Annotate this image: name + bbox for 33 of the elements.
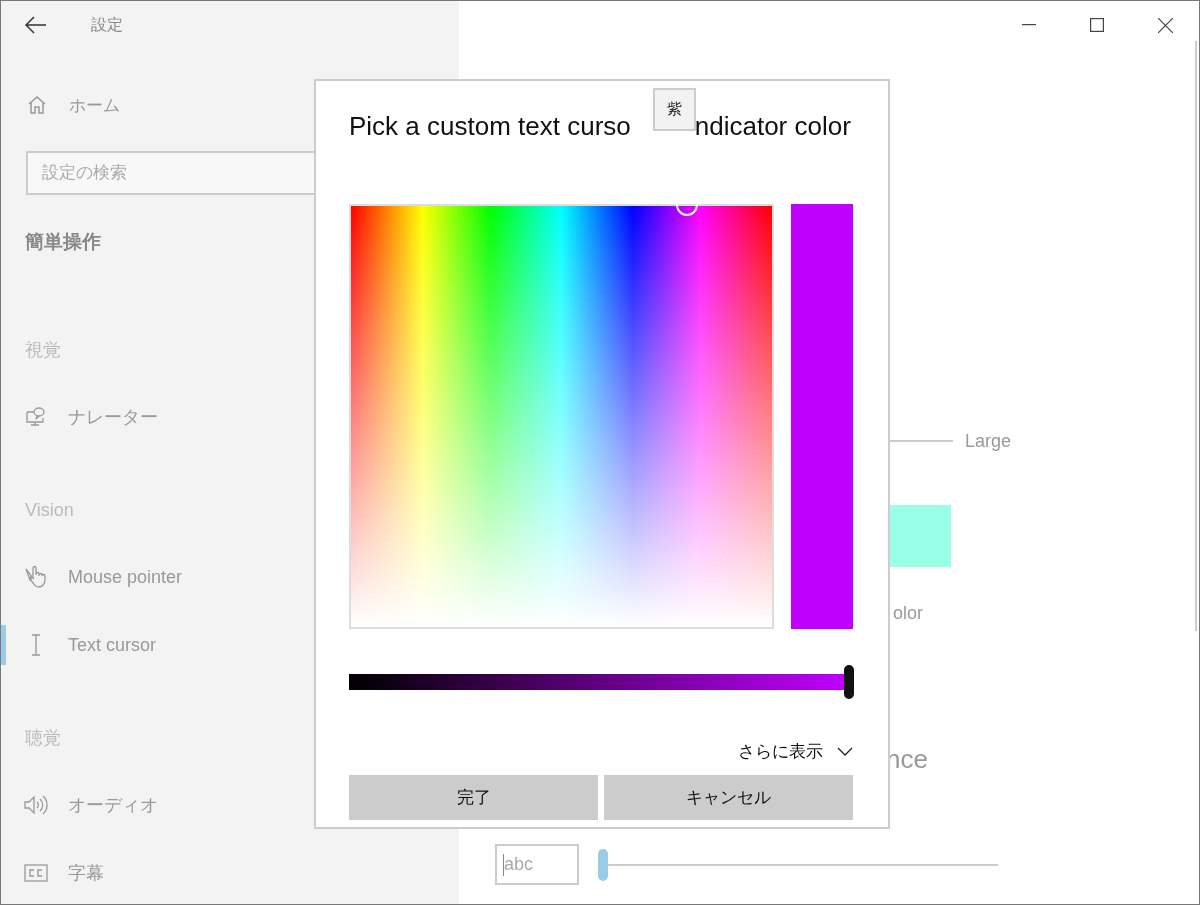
slider-thumb[interactable] (598, 848, 608, 881)
hand-pointer-icon (24, 565, 48, 589)
cancel-button[interactable]: キャンセル (604, 775, 853, 820)
sidebar-item[interactable]: Mouse pointer (1, 557, 459, 597)
home-icon (27, 95, 47, 115)
speaker-icon (24, 794, 48, 816)
chevron-icon (837, 747, 853, 756)
section-title: 簡単操作 (24, 230, 102, 253)
app-title: 設定 (91, 14, 123, 35)
narrator-icon (25, 406, 47, 428)
maximize-icon[interactable] (1090, 18, 1104, 32)
group-heading: 視覚 (24, 339, 62, 361)
dialog-title: ndicator color (694, 111, 851, 143)
sidebar-item[interactable]: ナレーター (1, 397, 459, 437)
done-button[interactable]: 完了 (349, 775, 598, 820)
sidebar-item[interactable]: 字幕 (1, 853, 459, 893)
scrollbar[interactable] (1195, 41, 1197, 631)
tooltip: 紫 (653, 88, 696, 131)
slider-thumb[interactable] (844, 665, 854, 699)
preview-field[interactable]: abc (495, 844, 579, 885)
option-label: olor (893, 603, 924, 625)
back-arrow-icon[interactable] (25, 16, 47, 34)
group-heading: 聴覚 (24, 727, 62, 749)
sidebar-item[interactable]: Text cursor (1, 625, 459, 665)
group-heading: Vision (24, 499, 75, 521)
dialog-title: Pick a custom text curso (349, 111, 631, 143)
captions-icon (24, 864, 48, 882)
brightness-slider[interactable] (349, 665, 854, 699)
minimize-icon[interactable] (1022, 24, 1036, 26)
slider-end-label: Large (965, 430, 1012, 452)
text-cursor-icon (29, 634, 43, 656)
close-icon[interactable] (1157, 17, 1173, 33)
more-toggle[interactable]: さらに表示 (738, 740, 853, 763)
